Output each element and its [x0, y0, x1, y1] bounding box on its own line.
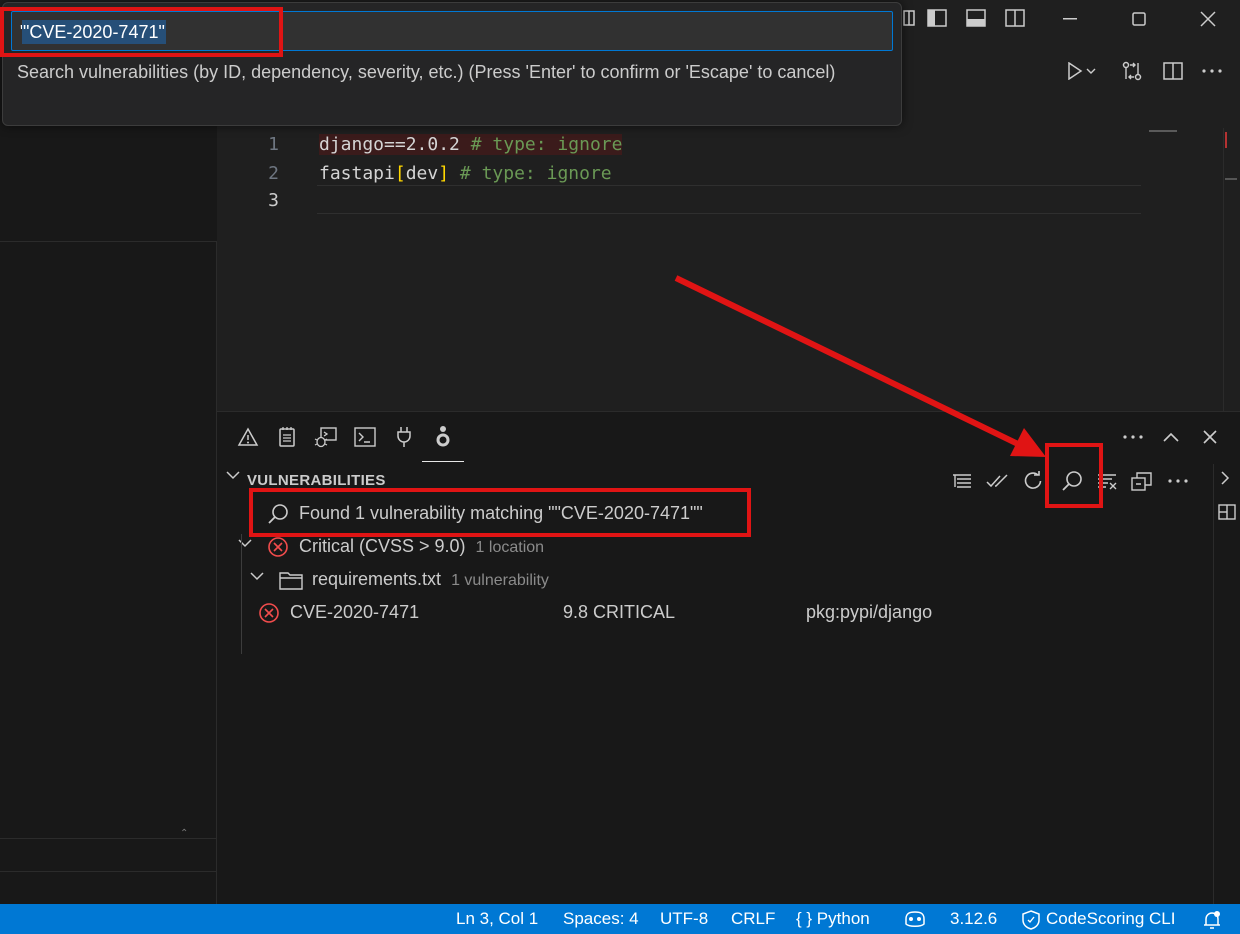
annotation-arrow — [674, 275, 1046, 457]
